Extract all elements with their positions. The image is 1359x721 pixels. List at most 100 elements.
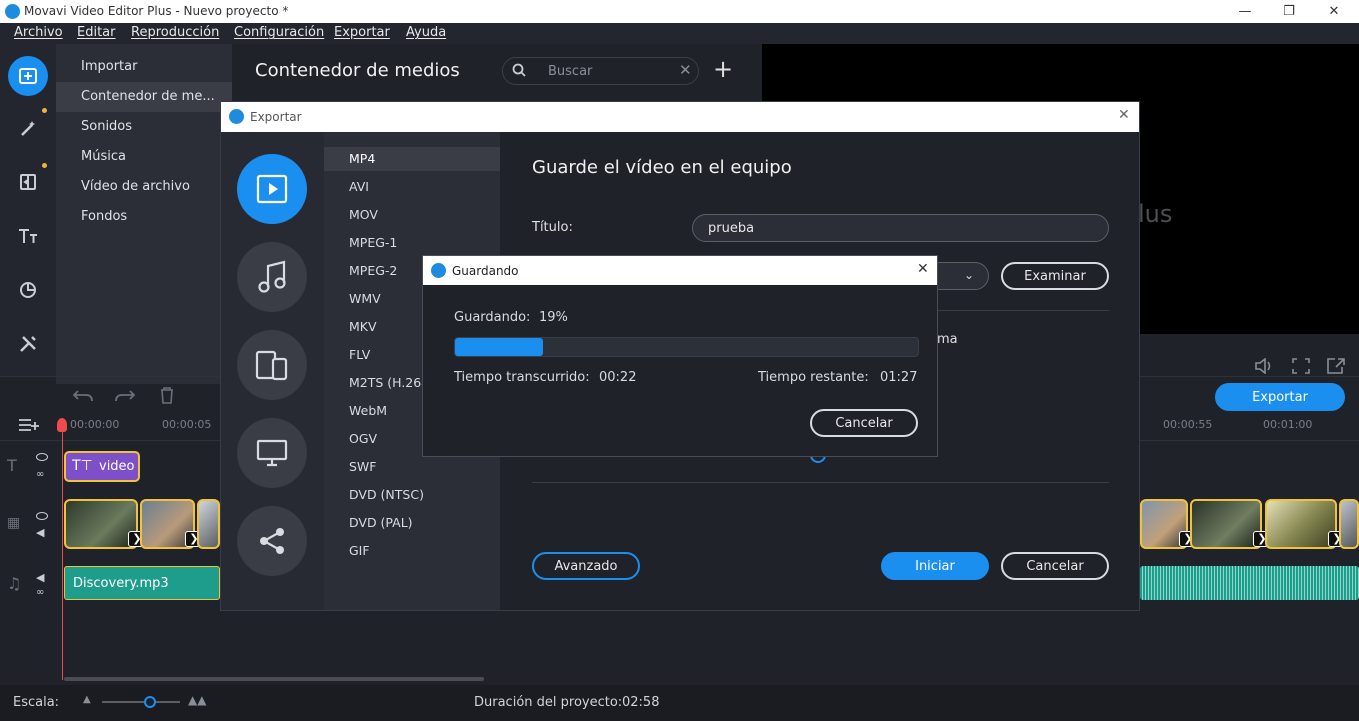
export-video-icon[interactable] [237, 154, 307, 224]
close-icon[interactable]: ✕ [1312, 0, 1356, 23]
sidebar-item-sonidos[interactable]: Sonidos [56, 112, 232, 142]
stickers-icon[interactable] [8, 270, 48, 310]
export-cancel-button[interactable]: Cancelar [1001, 552, 1109, 580]
minimize-icon[interactable]: — [1223, 0, 1267, 23]
menu-reproduccion[interactable]: Reproducción [131, 23, 219, 40]
video-track-icon: ▦ [7, 515, 21, 531]
format-item-swf[interactable]: SWF [324, 455, 500, 479]
clear-search-icon[interactable]: ✕ [679, 61, 692, 79]
scale-label: Escala: [13, 695, 60, 710]
sidebar-item-musica[interactable]: Música [56, 142, 232, 172]
saving-cancel-button[interactable]: Cancelar [810, 409, 918, 437]
share-icon[interactable] [237, 506, 307, 576]
media-sidebar: Importar Contenedor de me... Sonidos Mús… [56, 44, 232, 384]
title-track-icon: T [7, 456, 17, 475]
volume-icon[interactable] [1254, 357, 1274, 378]
add-track-icon[interactable] [18, 416, 40, 438]
delete-icon[interactable] [159, 386, 175, 408]
title-field[interactable]: prueba [692, 214, 1109, 242]
app-logo-icon [229, 109, 244, 124]
search-placeholder: Buscar [548, 64, 593, 79]
advanced-button[interactable]: Avanzado [532, 552, 640, 580]
title-clip-label: video [99, 459, 135, 474]
format-item-dvd-pal[interactable]: DVD (PAL) [324, 511, 500, 535]
menu-exportar[interactable]: Exportar [334, 23, 390, 40]
menu-configuracion[interactable]: Configuración [234, 23, 324, 40]
lock-icon[interactable]: ∞ [36, 469, 44, 480]
progress-bar [454, 337, 919, 357]
title-clip[interactable]: T⊤ video [64, 451, 140, 482]
search-box[interactable]: Buscar ✕ [502, 57, 699, 85]
export-tv-icon[interactable] [237, 418, 307, 488]
menu-editar[interactable]: Editar [77, 23, 116, 40]
speaker-icon[interactable]: ◀ [36, 571, 44, 584]
add-media-icon[interactable]: + [713, 57, 733, 81]
video-clip[interactable] [197, 499, 220, 549]
menu-archivo[interactable]: Archivo [14, 23, 63, 40]
saving-dialog: Guardando ✕ Guardando: 19% Tiempo transc… [422, 255, 938, 457]
import-icon[interactable] [8, 56, 48, 96]
undo-icon[interactable] [72, 386, 94, 408]
sidebar-item-contenedor[interactable]: Contenedor de me... [56, 82, 232, 112]
export-device-icon[interactable] [237, 330, 307, 400]
export-heading: Guarde el vídeo en el equipo [532, 157, 792, 178]
scale-slider-thumb[interactable] [144, 696, 156, 708]
timeline-export-button[interactable]: Exportar [1215, 383, 1345, 411]
timeline-scrollbar[interactable] [64, 677, 484, 681]
window-title: Movavi Video Editor Plus - Nuevo proyect… [24, 4, 289, 18]
audio-waveform[interactable] [1140, 566, 1359, 600]
format-item-gif[interactable]: GIF [324, 539, 500, 563]
progress-bar-fill [455, 338, 543, 356]
tools-icon[interactable] [8, 324, 48, 364]
close-icon[interactable]: ✕ [1118, 107, 1130, 123]
elapsed-value: 00:22 [599, 370, 637, 385]
video-clip[interactable] [1190, 499, 1262, 549]
playhead-line [62, 430, 63, 680]
sidebar-item-importar[interactable]: Importar [56, 52, 232, 82]
saving-dialog-header: Guardando ✕ [423, 256, 937, 285]
video-clip[interactable] [1339, 499, 1359, 549]
speaker-icon[interactable]: ◀ [36, 526, 44, 539]
scale-slider[interactable] [102, 701, 180, 703]
magic-wand-icon[interactable] [8, 108, 48, 148]
duration-label: Duración del proyecto: [474, 695, 623, 710]
titles-icon[interactable] [8, 216, 48, 256]
menu-ayuda[interactable]: Ayuda [406, 23, 446, 40]
close-icon[interactable]: ✕ [917, 261, 929, 277]
video-clip[interactable] [64, 499, 138, 549]
export-audio-icon[interactable] [237, 242, 307, 312]
format-item-mpeg1[interactable]: MPEG-1 [324, 231, 500, 255]
fit-screen-icon[interactable] [1292, 358, 1310, 378]
fullscreen-icon[interactable] [1327, 358, 1345, 378]
format-item-mov[interactable]: MOV [324, 203, 500, 227]
ruler-mark: 00:00:05 [162, 418, 212, 431]
zoom-in-icon[interactable]: ▲▲ [188, 693, 206, 707]
media-bin-title: Contenedor de medios [255, 60, 460, 81]
export-dialog-title: Exportar [250, 110, 302, 124]
sidebar-item-fondos[interactable]: Fondos [56, 202, 232, 232]
zoom-out-icon[interactable]: ▲ [83, 694, 91, 705]
format-item-avi[interactable]: AVI [324, 175, 500, 199]
video-clip[interactable] [1265, 499, 1337, 549]
format-item-dvd-ntsc[interactable]: DVD (NTSC) [324, 483, 500, 507]
eye-icon[interactable] [36, 453, 48, 461]
export-dialog-header: Exportar ✕ [221, 102, 1139, 132]
link-icon[interactable]: ∞ [36, 587, 44, 598]
title-field-value: prueba [708, 221, 755, 236]
preview-watermark: lus [1138, 200, 1173, 228]
progress-percent: 19% [539, 310, 568, 325]
format-item-mp4[interactable]: MP4 [324, 147, 500, 171]
search-icon [512, 63, 526, 81]
eye-icon[interactable] [36, 512, 48, 520]
remaining-value: 01:27 [880, 370, 918, 385]
chevron-down-icon: ⌄ [964, 268, 975, 282]
audio-clip[interactable]: Discovery.mp3 [64, 566, 220, 600]
sidebar-item-video-archivo[interactable]: Vídeo de archivo [56, 172, 232, 202]
start-button[interactable]: Iniciar [881, 552, 989, 580]
maximize-icon[interactable]: ❐ [1267, 0, 1311, 23]
app-logo-icon [5, 4, 20, 19]
browse-button[interactable]: Examinar [1001, 262, 1109, 290]
redo-icon[interactable] [114, 386, 136, 408]
notification-dot [42, 108, 47, 113]
transitions-icon[interactable] [8, 162, 48, 202]
